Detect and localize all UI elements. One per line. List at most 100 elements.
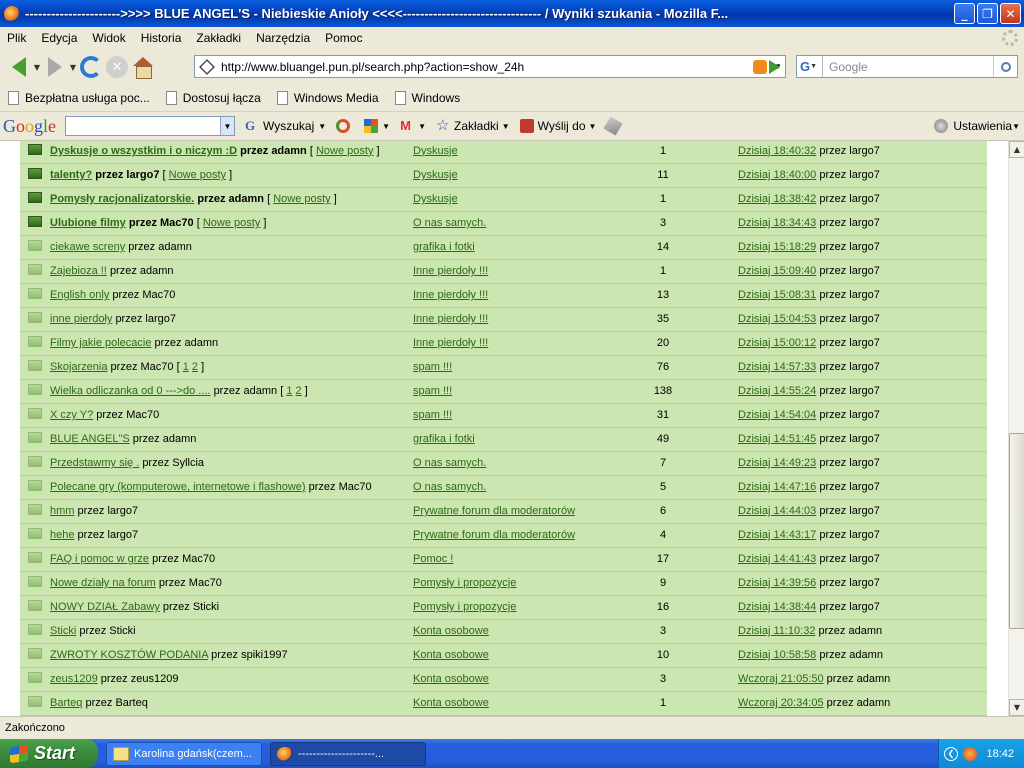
forum-link[interactable]: O nas samych. [413,481,486,493]
last-post-link[interactable]: Dzisiaj 18:40:00 [738,169,816,181]
search-box[interactable]: G ▼ Google [796,55,1018,78]
page-link[interactable]: 1 [286,385,292,397]
forum-link[interactable]: spam !!! [413,385,452,397]
chevron-down-icon[interactable]: ▼ [220,117,234,135]
last-post-link[interactable]: Dzisiaj 14:49:23 [738,457,816,469]
last-post-link[interactable]: Dzisiaj 14:41:43 [738,553,816,565]
back-button[interactable] [6,54,32,80]
topic-link[interactable]: Ulubione filmy [50,217,126,229]
last-post-link[interactable]: Dzisiaj 15:04:53 [738,313,816,325]
forum-link[interactable]: Dyskusje [413,169,458,181]
scroll-up-button[interactable]: ▲ [1009,141,1024,158]
menu-history[interactable]: Historia [134,31,190,45]
start-button[interactable]: Start [0,739,98,768]
forum-link[interactable]: Inne pierdoły !!! [413,313,488,325]
address-bar[interactable]: http://www.bluangel.pun.pl/search.php?ac… [194,55,786,78]
highlighter-icon[interactable] [603,116,624,136]
topic-link[interactable]: talenty? [50,169,92,181]
forum-link[interactable]: spam !!! [413,409,452,421]
topic-link[interactable]: Skojarzenia [50,361,107,373]
forum-link[interactable]: Inne pierdoły !!! [413,337,488,349]
back-history-dropdown[interactable]: ▼ [32,63,42,72]
forum-link[interactable]: Inne pierdoły !!! [413,289,488,301]
vertical-scrollbar[interactable]: ▲ ▼ [1008,141,1024,716]
last-post-link[interactable]: Wczoraj 20:34:05 [738,697,824,709]
topic-link[interactable]: Polecane gry (komputerowe, internetowe i… [50,481,306,493]
forum-link[interactable]: Pomoc ! [413,553,453,565]
last-post-link[interactable]: Dzisiaj 14:38:44 [738,601,816,613]
taskbar-item-firefox[interactable]: ---------------------... [270,741,426,766]
topic-link[interactable]: hehe [50,529,74,541]
forum-link[interactable]: Konta osobowe [413,625,489,637]
forum-link[interactable]: Dyskusje [413,193,458,205]
last-post-link[interactable]: Dzisiaj 14:51:45 [738,433,816,445]
last-post-link[interactable]: Dzisiaj 14:43:17 [738,529,816,541]
forum-link[interactable]: Prywatne forum dla moderatorów [413,529,575,541]
new-posts-link[interactable]: Nowe posty [169,169,226,181]
maximize-button[interactable]: ❐ [977,3,998,24]
last-post-link[interactable]: Dzisiaj 14:57:33 [738,361,816,373]
search-input[interactable]: Google [823,60,993,74]
url-text[interactable]: http://www.bluangel.pun.pl/search.php?ac… [221,60,524,74]
topic-link[interactable]: ZWROTY KOSZTÓW PODANIA [50,649,208,661]
topic-link[interactable]: Nowe działy na forum [50,577,156,589]
last-post-link[interactable]: Dzisiaj 14:54:04 [738,409,816,421]
bookmark-item[interactable]: Dostosuj łącza [158,91,269,105]
stop-button[interactable]: ✕ [104,54,130,80]
taskbar-item-email[interactable]: Karolina gdańsk(czem... [106,741,262,766]
bookmark-item[interactable]: Windows [387,91,469,105]
bookmark-item[interactable]: Bezpłatna usługa poc... [0,91,158,105]
last-post-link[interactable]: Dzisiaj 18:40:32 [738,145,816,157]
windows-icon[interactable]: ▼ [364,119,390,133]
topic-link[interactable]: Sticki [50,625,76,637]
new-posts-link[interactable]: Nowe posty [203,217,260,229]
home-button[interactable] [130,54,156,80]
forward-button[interactable] [42,54,68,80]
last-post-link[interactable]: Dzisiaj 15:08:31 [738,289,816,301]
topic-link[interactable]: Filmy jakie polecacie [50,337,151,349]
topic-link[interactable]: Pomysły racjonalizatorskie. [50,193,194,205]
google-bookmarks-button[interactable]: ☆ Zakładki ▼ [436,118,510,133]
forum-link[interactable]: Konta osobowe [413,673,489,685]
forum-link[interactable]: Konta osobowe [413,649,489,661]
gmail-icon[interactable]: M ▼ [400,119,426,133]
search-icon[interactable] [993,56,1017,77]
topic-link[interactable]: Zajebioza !! [50,265,107,277]
google-engine-icon[interactable]: G ▼ [797,56,823,77]
last-post-link[interactable]: Wczoraj 21:05:50 [738,673,824,685]
menu-file[interactable]: Plik [0,31,34,45]
forum-link[interactable]: O nas samych. [413,217,486,229]
last-post-link[interactable]: Dzisiaj 15:00:12 [738,337,816,349]
topic-link[interactable]: Barteq [50,697,82,709]
forum-link[interactable]: Konta osobowe [413,697,489,709]
topic-link[interactable]: hmm [50,505,74,517]
topic-link[interactable]: English only [50,289,109,301]
topic-link[interactable]: FAQ i pomoc w grze [50,553,149,565]
menu-edit[interactable]: Edycja [34,31,85,45]
topic-link[interactable]: NOWY DZIAŁ Zabawy [50,601,160,613]
topic-link[interactable]: inne pierdoły [50,313,112,325]
topic-link[interactable]: ciekawe screny [50,241,125,253]
forum-link[interactable]: Prywatne forum dla moderatorów [413,505,575,517]
scroll-thumb[interactable] [1009,433,1024,629]
last-post-link[interactable]: Dzisiaj 15:09:40 [738,265,816,277]
forum-link[interactable]: O nas samych. [413,457,486,469]
reload-button[interactable] [78,54,104,80]
forum-link[interactable]: grafika i fotki [413,241,475,253]
google-search-button[interactable]: G Wyszukaj ▼ [245,119,326,134]
bookmark-item[interactable]: Windows Media [269,91,387,105]
minimize-button[interactable]: _ [954,3,975,24]
last-post-link[interactable]: Dzisiaj 10:58:58 [738,649,816,661]
forward-history-dropdown[interactable]: ▼ [68,63,78,72]
new-posts-link[interactable]: Nowe posty [273,193,330,205]
topic-link[interactable]: Wielka odliczanka od 0 --->do .... [50,385,211,397]
last-post-link[interactable]: Dzisiaj 14:47:16 [738,481,816,493]
topic-link[interactable]: BLUE ANGEL"S [50,433,130,445]
menu-view[interactable]: Widok [85,31,133,45]
last-post-link[interactable]: Dzisiaj 11:10:32 [738,625,815,637]
menu-help[interactable]: Pomoc [318,31,370,45]
forum-link[interactable]: Pomysły i propozycje [413,601,516,613]
topic-link[interactable]: X czy Y? [50,409,93,421]
forum-link[interactable]: grafika i fotki [413,433,475,445]
google-toolbar-input[interactable]: ▼ [65,116,235,136]
